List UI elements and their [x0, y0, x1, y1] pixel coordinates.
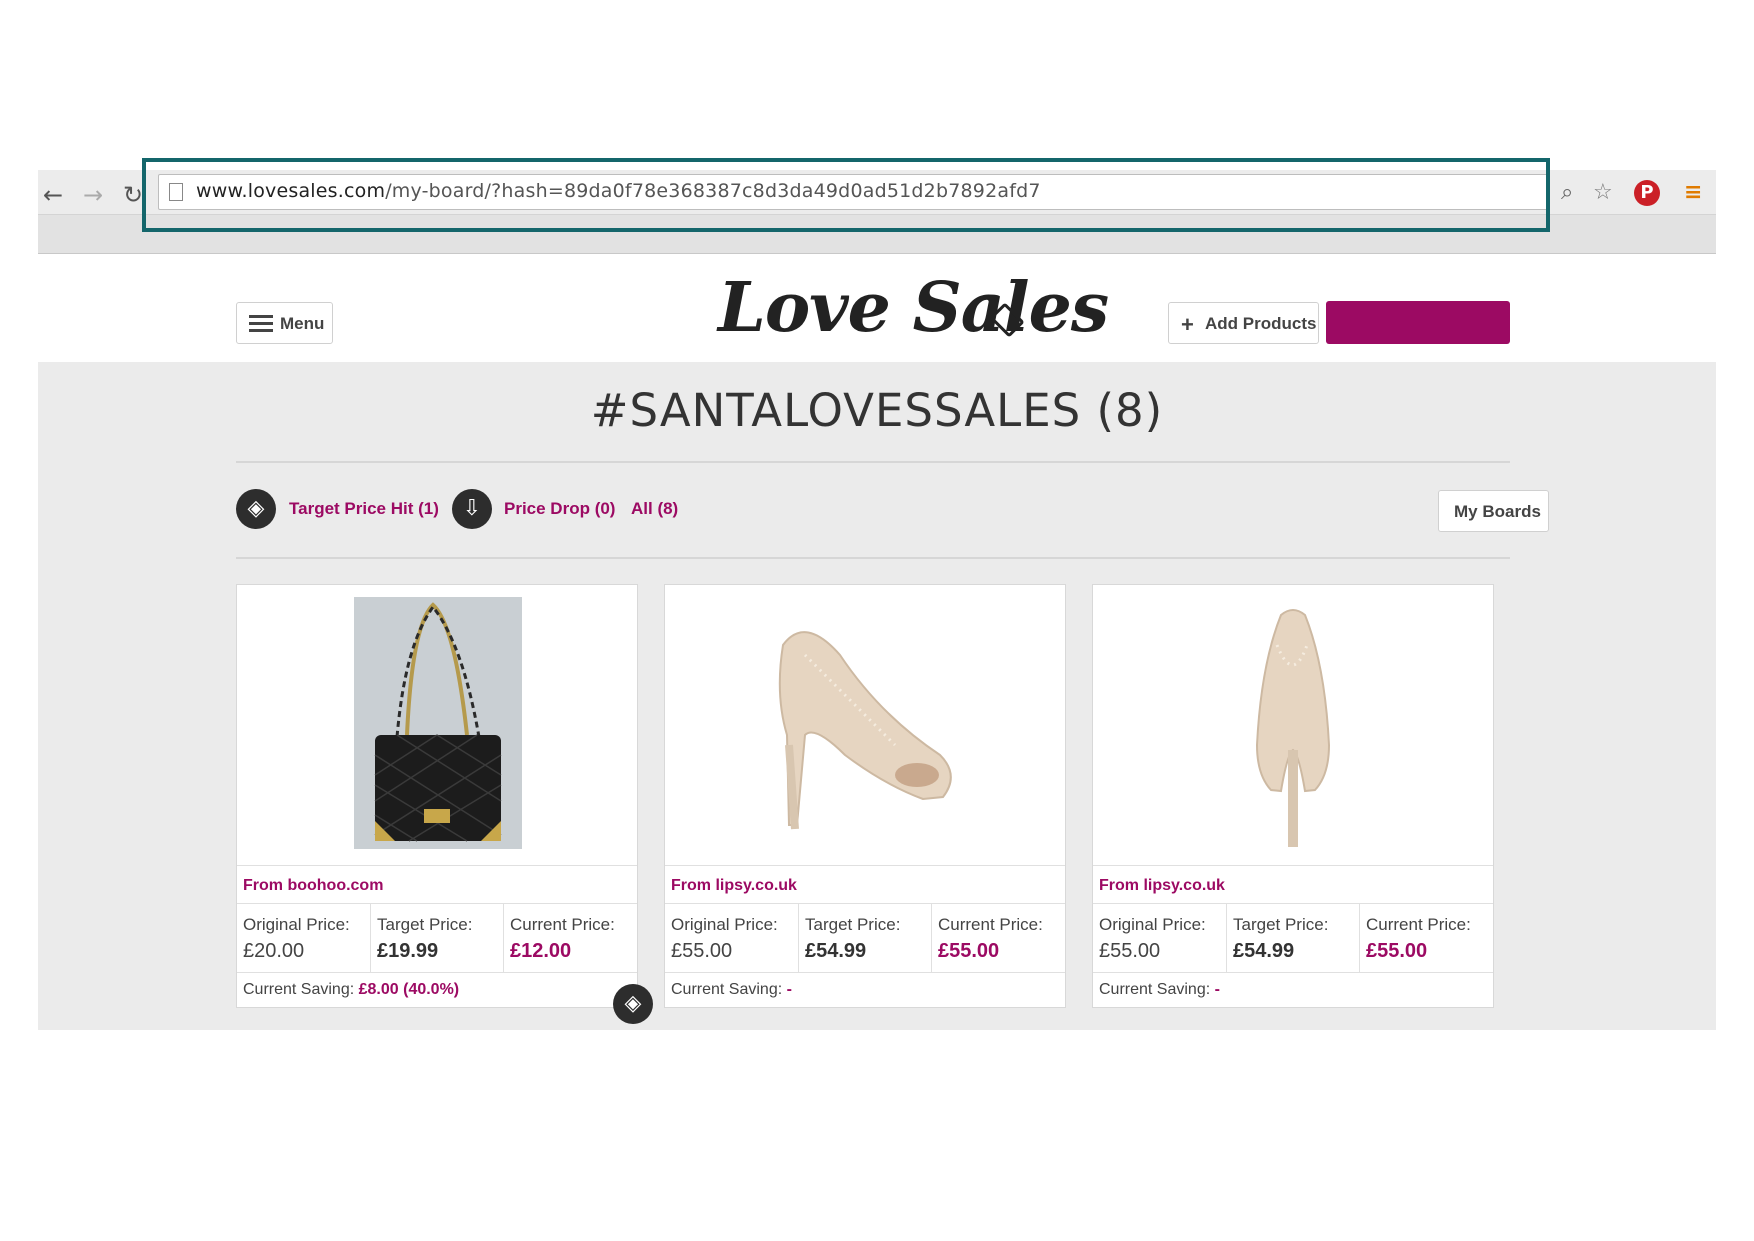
- current-saving-value: -: [786, 981, 792, 998]
- current-price-label: Current Price:: [510, 915, 615, 934]
- target-price-value: £19.99: [377, 940, 439, 962]
- target-price-label: Target Price:: [377, 915, 473, 934]
- menu-lines-icon[interactable]: ≡: [1684, 180, 1702, 206]
- target-price-value: £54.99: [1233, 940, 1295, 962]
- hamburger-icon: [249, 315, 273, 318]
- current-saving-value: £8.00 (40.0%): [358, 981, 460, 998]
- current-saving: Current Saving: £8.00 (40.0%): [243, 981, 459, 999]
- current-price-cell: Current Price: £12.00: [503, 904, 636, 972]
- original-price-value: £20.00: [243, 940, 305, 962]
- heel-side-image: [778, 631, 952, 830]
- current-price-value: £55.00: [938, 940, 1000, 962]
- heel-back-image: [1255, 609, 1331, 847]
- divider: [236, 461, 1510, 463]
- current-saving-value: -: [1214, 981, 1220, 998]
- board-title: #SANTALOVESSALES (8): [590, 384, 1164, 437]
- product-source[interactable]: From lipsy.co.uk: [1099, 877, 1225, 895]
- original-price-label: Original Price:: [671, 915, 778, 934]
- original-price-cell: Original Price: £55.00: [1093, 904, 1226, 972]
- filter-target-price-hit[interactable]: Target Price Hit (1): [289, 499, 439, 519]
- board-content: #SANTALOVESSALES (8) ◈ Target Price Hit …: [38, 362, 1716, 1030]
- product-card[interactable]: From lipsy.co.uk Original Price: £55.00 …: [1092, 584, 1494, 1008]
- divider: [236, 557, 1510, 559]
- filter-all[interactable]: All (8): [631, 499, 678, 519]
- current-price-cell: Current Price: £55.00: [1359, 904, 1492, 972]
- menu-button[interactable]: Menu: [236, 302, 333, 344]
- pinterest-icon[interactable]: P: [1634, 180, 1660, 206]
- product-card[interactable]: From boohoo.com Original Price: £20.00 T…: [236, 584, 638, 1008]
- original-price-label: Original Price:: [243, 915, 350, 934]
- product-image[interactable]: [1093, 585, 1493, 866]
- current-price-label: Current Price:: [1366, 915, 1471, 934]
- target-price-label: Target Price:: [1233, 915, 1329, 934]
- add-products-button[interactable]: + Add Products: [1168, 302, 1319, 344]
- price-row: Original Price: £20.00 Target Price: £19…: [237, 903, 637, 973]
- product-card[interactable]: From lipsy.co.uk Original Price: £55.00 …: [664, 584, 1066, 1008]
- account-button[interactable]: [1326, 301, 1510, 344]
- product-source[interactable]: From lipsy.co.uk: [671, 877, 797, 895]
- current-price-value: £55.00: [1366, 940, 1428, 962]
- my-boards-label: My Boards: [1454, 502, 1541, 521]
- original-price-value: £55.00: [1099, 940, 1161, 962]
- menu-label: Menu: [280, 314, 325, 333]
- arrow-down-icon[interactable]: ⇩: [452, 489, 492, 529]
- price-row: Original Price: £55.00 Target Price: £54…: [665, 903, 1065, 973]
- my-boards-button[interactable]: My Boards: [1438, 490, 1549, 532]
- add-products-label: Add Products: [1205, 314, 1317, 333]
- product-source[interactable]: From boohoo.com: [243, 877, 383, 895]
- target-price-cell: Target Price: £19.99: [370, 904, 503, 972]
- current-saving: Current Saving: -: [671, 981, 792, 999]
- target-price-label: Target Price:: [805, 915, 901, 934]
- bookmark-star-icon[interactable]: ☆: [1593, 180, 1613, 206]
- price-tag-icon[interactable]: ◈: [236, 489, 276, 529]
- site-header: Menu Love Sales + Add Products: [38, 254, 1716, 362]
- original-price-cell: Original Price: £55.00: [665, 904, 798, 972]
- handbag-image: [354, 597, 522, 849]
- target-price-cell: Target Price: £54.99: [798, 904, 931, 972]
- site-logo[interactable]: Love Sales: [718, 268, 1109, 348]
- current-price-label: Current Price:: [938, 915, 1043, 934]
- current-saving-label: Current Saving:: [671, 981, 783, 998]
- target-price-cell: Target Price: £54.99: [1226, 904, 1359, 972]
- current-saving-label: Current Saving:: [1099, 981, 1211, 998]
- current-saving: Current Saving: -: [1099, 981, 1220, 999]
- filter-price-drop[interactable]: Price Drop (0): [504, 499, 615, 519]
- current-price-cell: Current Price: £55.00: [931, 904, 1064, 972]
- forward-arrow-icon[interactable]: →: [80, 182, 106, 208]
- back-arrow-icon[interactable]: ←: [40, 182, 66, 208]
- original-price-value: £55.00: [671, 940, 733, 962]
- original-price-cell: Original Price: £20.00: [237, 904, 370, 972]
- product-image[interactable]: [665, 585, 1065, 866]
- current-saving-label: Current Saving:: [243, 981, 355, 998]
- original-price-label: Original Price:: [1099, 915, 1206, 934]
- target-hit-tag-icon: ◈: [613, 984, 653, 1024]
- url-highlight-box: [142, 158, 1550, 232]
- product-image[interactable]: [237, 585, 637, 866]
- current-price-value: £12.00: [510, 940, 572, 962]
- plus-icon: +: [1181, 312, 1194, 337]
- price-row: Original Price: £55.00 Target Price: £54…: [1093, 903, 1493, 973]
- search-icon[interactable]: ⌕: [1561, 180, 1573, 206]
- target-price-value: £54.99: [805, 940, 867, 962]
